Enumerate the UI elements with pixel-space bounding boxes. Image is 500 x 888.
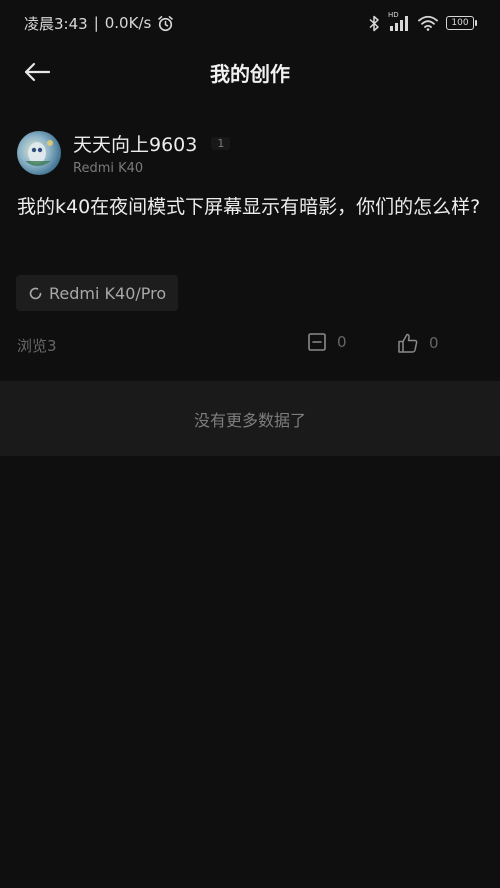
page-title: 我的创作 (210, 61, 290, 86)
avatar[interactable] (17, 131, 61, 175)
back-button[interactable] (20, 56, 54, 88)
comment-count: 0 (337, 333, 347, 351)
topic-tag[interactable]: Redmi K40/Pro (16, 275, 179, 311)
status-left: 凌晨3:43 | 0.0K/s (24, 13, 174, 34)
author-name[interactable]: 天天向上9603 (73, 130, 197, 157)
author-name-row: 天天向上9603 1 (73, 130, 231, 157)
status-separator: | (93, 14, 99, 32)
post-card[interactable]: 天天向上9603 1 Redmi K40 我的k40在夜间模式下屏幕显示有暗影，… (0, 120, 500, 380)
like-count: 0 (429, 334, 439, 352)
bluetooth-icon (368, 15, 380, 32)
author-level-badge: 1 (211, 137, 231, 150)
battery-icon: 100 (446, 16, 477, 30)
like-button[interactable]: 0 (397, 332, 439, 354)
no-more-data-footer: 没有更多数据了 (0, 381, 500, 456)
post-meta-row: 浏览3 0 0 (17, 332, 483, 358)
view-count: 浏览3 (17, 337, 57, 355)
topic-circle-icon (28, 286, 43, 301)
battery-level: 100 (451, 18, 469, 28)
author-row: 天天向上9603 1 Redmi K40 (17, 130, 231, 176)
no-more-data-text: 没有更多数据了 (193, 410, 306, 430)
comment-button[interactable]: 0 (307, 332, 347, 352)
status-bar: 凌晨3:43 | 0.0K/s HD 100 (0, 0, 500, 46)
page: 凌晨3:43 | 0.0K/s HD 100 我的创作 天天向上9603 1 R… (0, 0, 500, 888)
status-right: HD 100 (368, 11, 477, 32)
author-info: 天天向上9603 1 Redmi K40 (73, 130, 231, 176)
alarm-icon (157, 15, 174, 32)
wifi-icon (418, 15, 438, 31)
back-arrow-icon (23, 62, 51, 82)
topic-label: Redmi K40/Pro (49, 283, 167, 303)
signal-icon: HD (388, 11, 410, 31)
hd-label: HD (388, 11, 399, 19)
network-speed: 0.0K/s (104, 14, 152, 32)
author-device: Redmi K40 (73, 161, 144, 176)
thumbs-up-icon (397, 332, 419, 354)
status-time: 凌晨3:43 (24, 14, 88, 33)
header: 我的创作 (0, 46, 500, 98)
comment-icon (307, 332, 327, 352)
post-text[interactable]: 我的k40在夜间模式下屏幕显示有暗影，你们的怎么样? (17, 192, 483, 223)
